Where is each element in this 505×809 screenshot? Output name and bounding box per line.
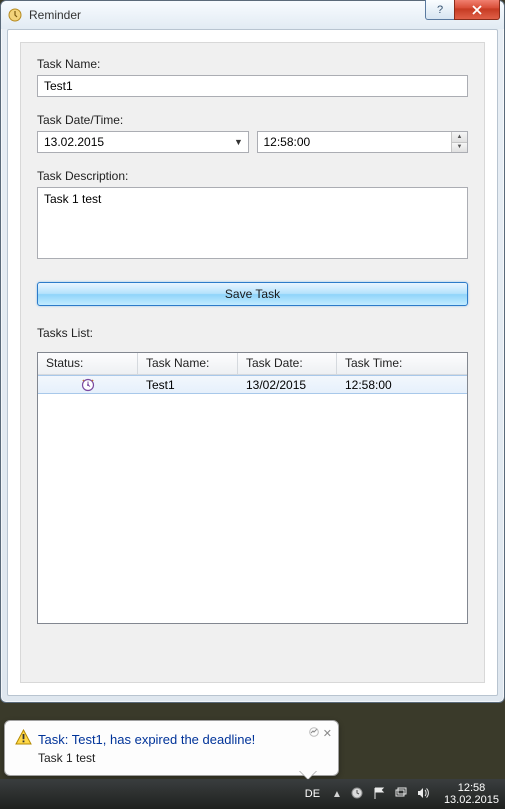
- taskbar[interactable]: DE ▲ 12:58 13.02.2015: [0, 779, 505, 809]
- help-button[interactable]: ?: [425, 0, 455, 20]
- col-header-date[interactable]: Task Date:: [238, 353, 337, 374]
- task-name-input[interactable]: [37, 75, 468, 97]
- spinner-down-icon[interactable]: ▼: [452, 143, 467, 153]
- tray-app-icon[interactable]: [350, 786, 364, 803]
- close-button[interactable]: [454, 0, 500, 20]
- notification-balloon[interactable]: ✕ Task: Test1, has expired the deadline!…: [4, 720, 339, 776]
- clock-time: 12:58: [444, 782, 499, 794]
- flag-icon[interactable]: [372, 786, 386, 803]
- tray-icons: [350, 786, 430, 803]
- balloon-body: Task 1 test: [38, 751, 328, 765]
- table-row[interactable]: Test1 13/02/2015 12:58:00: [38, 375, 467, 394]
- time-spinner-buttons[interactable]: ▲ ▼: [451, 132, 467, 152]
- save-task-button[interactable]: Save Task: [37, 282, 468, 306]
- task-desc-input[interactable]: [37, 187, 468, 259]
- task-date-input[interactable]: [38, 132, 230, 152]
- language-indicator[interactable]: DE: [305, 788, 320, 800]
- balloon-options-icon[interactable]: [309, 727, 319, 740]
- taskbar-clock[interactable]: 12:58 13.02.2015: [444, 782, 499, 806]
- clock-icon: [81, 378, 95, 392]
- chevron-down-icon[interactable]: ▼: [230, 132, 248, 152]
- task-date-combo[interactable]: ▼: [37, 131, 249, 153]
- warning-icon: [15, 729, 32, 749]
- titlebar[interactable]: Reminder ?: [1, 1, 504, 29]
- col-header-time[interactable]: Task Time:: [337, 353, 467, 374]
- tasks-list[interactable]: Status: Task Name: Task Date: Task Time:…: [37, 352, 468, 624]
- task-name-label: Task Name:: [37, 57, 468, 71]
- task-time-spinner[interactable]: ▲ ▼: [257, 131, 469, 153]
- balloon-close-icon[interactable]: ✕: [323, 727, 332, 740]
- task-datetime-label: Task Date/Time:: [37, 113, 468, 127]
- row-name-cell: Test1: [138, 378, 238, 392]
- form-panel: Task Name: Task Date/Time: ▼ ▲ ▼ Task: [20, 42, 485, 683]
- window-title: Reminder: [29, 8, 81, 22]
- network-icon[interactable]: [394, 786, 408, 803]
- reminder-window: Reminder ? Task Name: Task Date/Time: ▼: [0, 0, 505, 703]
- clock-date: 13.02.2015: [444, 794, 499, 806]
- col-header-name[interactable]: Task Name:: [138, 353, 238, 374]
- tray-overflow-icon[interactable]: ▲: [332, 789, 342, 800]
- task-time-input[interactable]: [258, 132, 452, 152]
- volume-icon[interactable]: [416, 786, 430, 803]
- row-date-cell: 13/02/2015: [238, 378, 337, 392]
- row-status-cell: [38, 378, 138, 392]
- row-time-cell: 12:58:00: [337, 378, 467, 392]
- client-area: Task Name: Task Date/Time: ▼ ▲ ▼ Task: [7, 29, 498, 696]
- col-header-status[interactable]: Status:: [38, 353, 138, 374]
- app-icon: [7, 7, 23, 23]
- spinner-up-icon[interactable]: ▲: [452, 132, 467, 143]
- tasks-list-header[interactable]: Status: Task Name: Task Date: Task Time:: [38, 353, 467, 375]
- balloon-title: Task: Test1, has expired the deadline!: [38, 732, 255, 747]
- tasks-list-label: Tasks List:: [37, 326, 468, 340]
- task-desc-label: Task Description:: [37, 169, 468, 183]
